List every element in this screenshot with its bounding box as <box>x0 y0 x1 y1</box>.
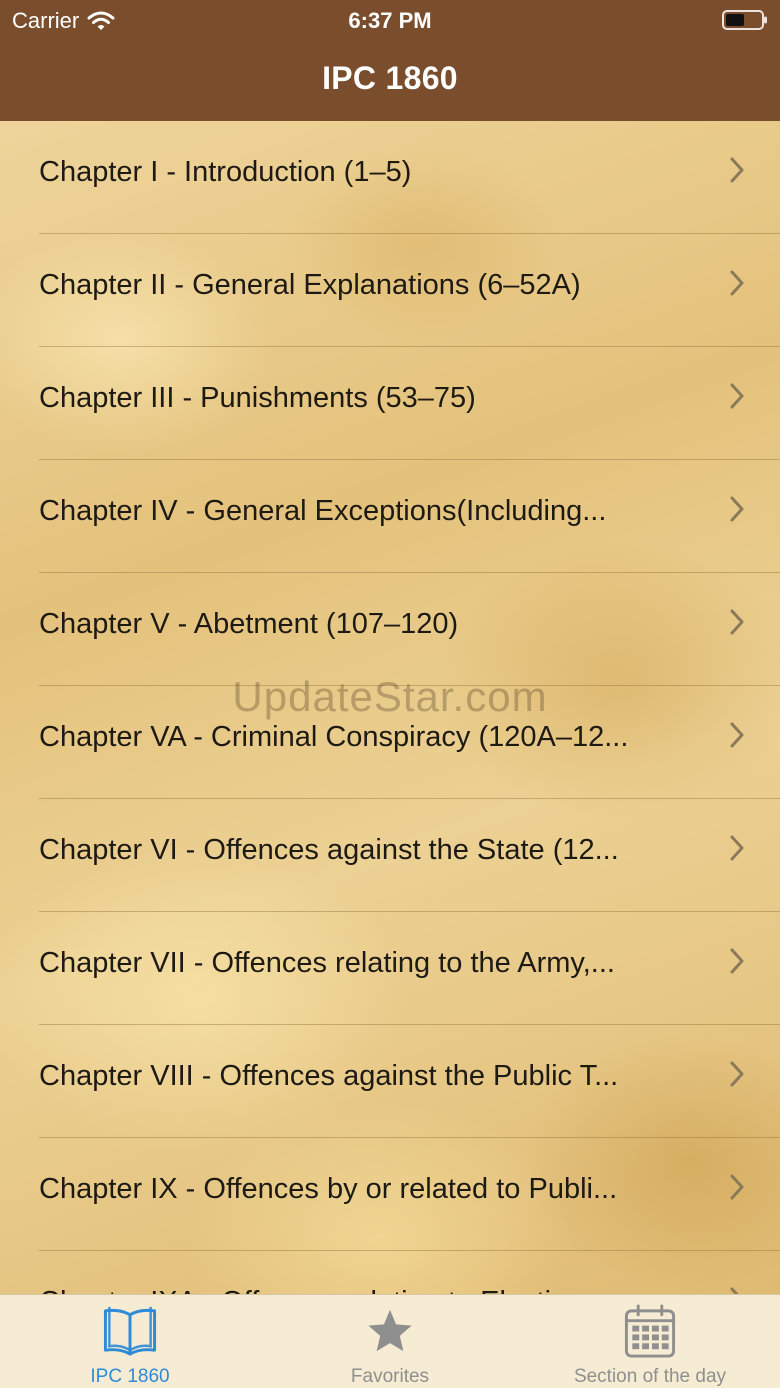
tab-label: IPC 1860 <box>90 1366 170 1387</box>
tab-favorites[interactable]: Favorites <box>260 1295 520 1388</box>
tab-label: Section of the day <box>573 1366 727 1387</box>
chevron-right-icon <box>730 1061 744 1087</box>
book-icon <box>103 1306 157 1356</box>
chapter-row[interactable]: Chapter III - Punishments (53–75) <box>0 347 780 460</box>
chapter-row[interactable]: Chapter IX - Offences by or related to P… <box>0 1138 780 1251</box>
chapter-label: Chapter VI - Offences against the State … <box>39 834 619 866</box>
calendar-icon <box>624 1304 676 1358</box>
star-icon <box>368 1309 412 1352</box>
page-title: IPC 1860 <box>322 60 458 96</box>
chevron-right-icon <box>730 157 744 183</box>
chapter-label: Chapter IV - General Exceptions(Includin… <box>39 495 607 527</box>
chapter-row[interactable]: Chapter I - Introduction (1–5) <box>0 121 780 234</box>
chevron-right-icon <box>730 496 744 522</box>
chapter-row[interactable]: Chapter VA - Criminal Conspiracy (120A–1… <box>0 686 780 799</box>
chapter-row[interactable]: Chapter II - General Explanations (6–52A… <box>0 234 780 347</box>
tab-bar: IPC 1860 Favorites Section of the day <box>0 1294 780 1388</box>
chapter-label: Chapter VA - Criminal Conspiracy (120A–1… <box>39 721 629 753</box>
chapter-label: Chapter IXA - Offences relating to Elect… <box>39 1286 575 1294</box>
battery-icon <box>722 10 767 30</box>
chapter-label: Chapter II - General Explanations (6–52A… <box>39 269 581 301</box>
chapter-row[interactable]: Chapter V - Abetment (107–120) <box>0 573 780 686</box>
chapter-list: Chapter I - Introduction (1–5) Chapter II… <box>0 121 780 1294</box>
chevron-right-icon <box>730 948 744 974</box>
chevron-right-icon <box>730 1174 744 1200</box>
chapter-label: Chapter III - Punishments (53–75) <box>39 382 476 414</box>
chapter-label: Chapter VII - Offences relating to the A… <box>39 947 615 979</box>
tab-section-of-the-day[interactable]: Section of the day <box>520 1295 780 1388</box>
chapter-list-container[interactable]: Chapter I - Introduction (1–5) Chapter II… <box>0 121 780 1294</box>
status-bar: Carrier 6:37 PM <box>0 0 780 40</box>
chapter-row[interactable]: Chapter VIII - Offences against the Publ… <box>0 1025 780 1138</box>
chevron-right-icon <box>730 609 744 635</box>
chevron-right-icon <box>730 383 744 409</box>
chevron-right-icon <box>730 1287 739 1294</box>
chapter-label: Chapter VIII - Offences against the Publ… <box>39 1060 619 1092</box>
chevron-right-icon <box>730 722 744 748</box>
chapter-label: Chapter V - Abetment (107–120) <box>39 608 459 640</box>
chapter-label: Chapter I - Introduction (1–5) <box>39 156 412 188</box>
chapter-row[interactable]: Chapter IXA - Offences relating to Elect… <box>0 1251 780 1294</box>
chapter-row[interactable]: Chapter VI - Offences against the State … <box>0 799 780 912</box>
chevron-right-icon <box>730 270 744 296</box>
status-time: 6:37 PM <box>348 8 432 33</box>
header: Carrier 6:37 PM IPC 1860 <box>0 0 780 121</box>
chapter-label: Chapter IX - Offences by or related to P… <box>39 1173 618 1205</box>
chapter-row[interactable]: Chapter IV - General Exceptions(Includin… <box>0 460 780 573</box>
chapter-row[interactable]: Chapter VII - Offences relating to the A… <box>0 912 780 1025</box>
chevron-right-icon <box>730 835 744 861</box>
tab-ipc-1860[interactable]: IPC 1860 <box>0 1295 260 1388</box>
tab-label: Favorites <box>350 1366 430 1387</box>
